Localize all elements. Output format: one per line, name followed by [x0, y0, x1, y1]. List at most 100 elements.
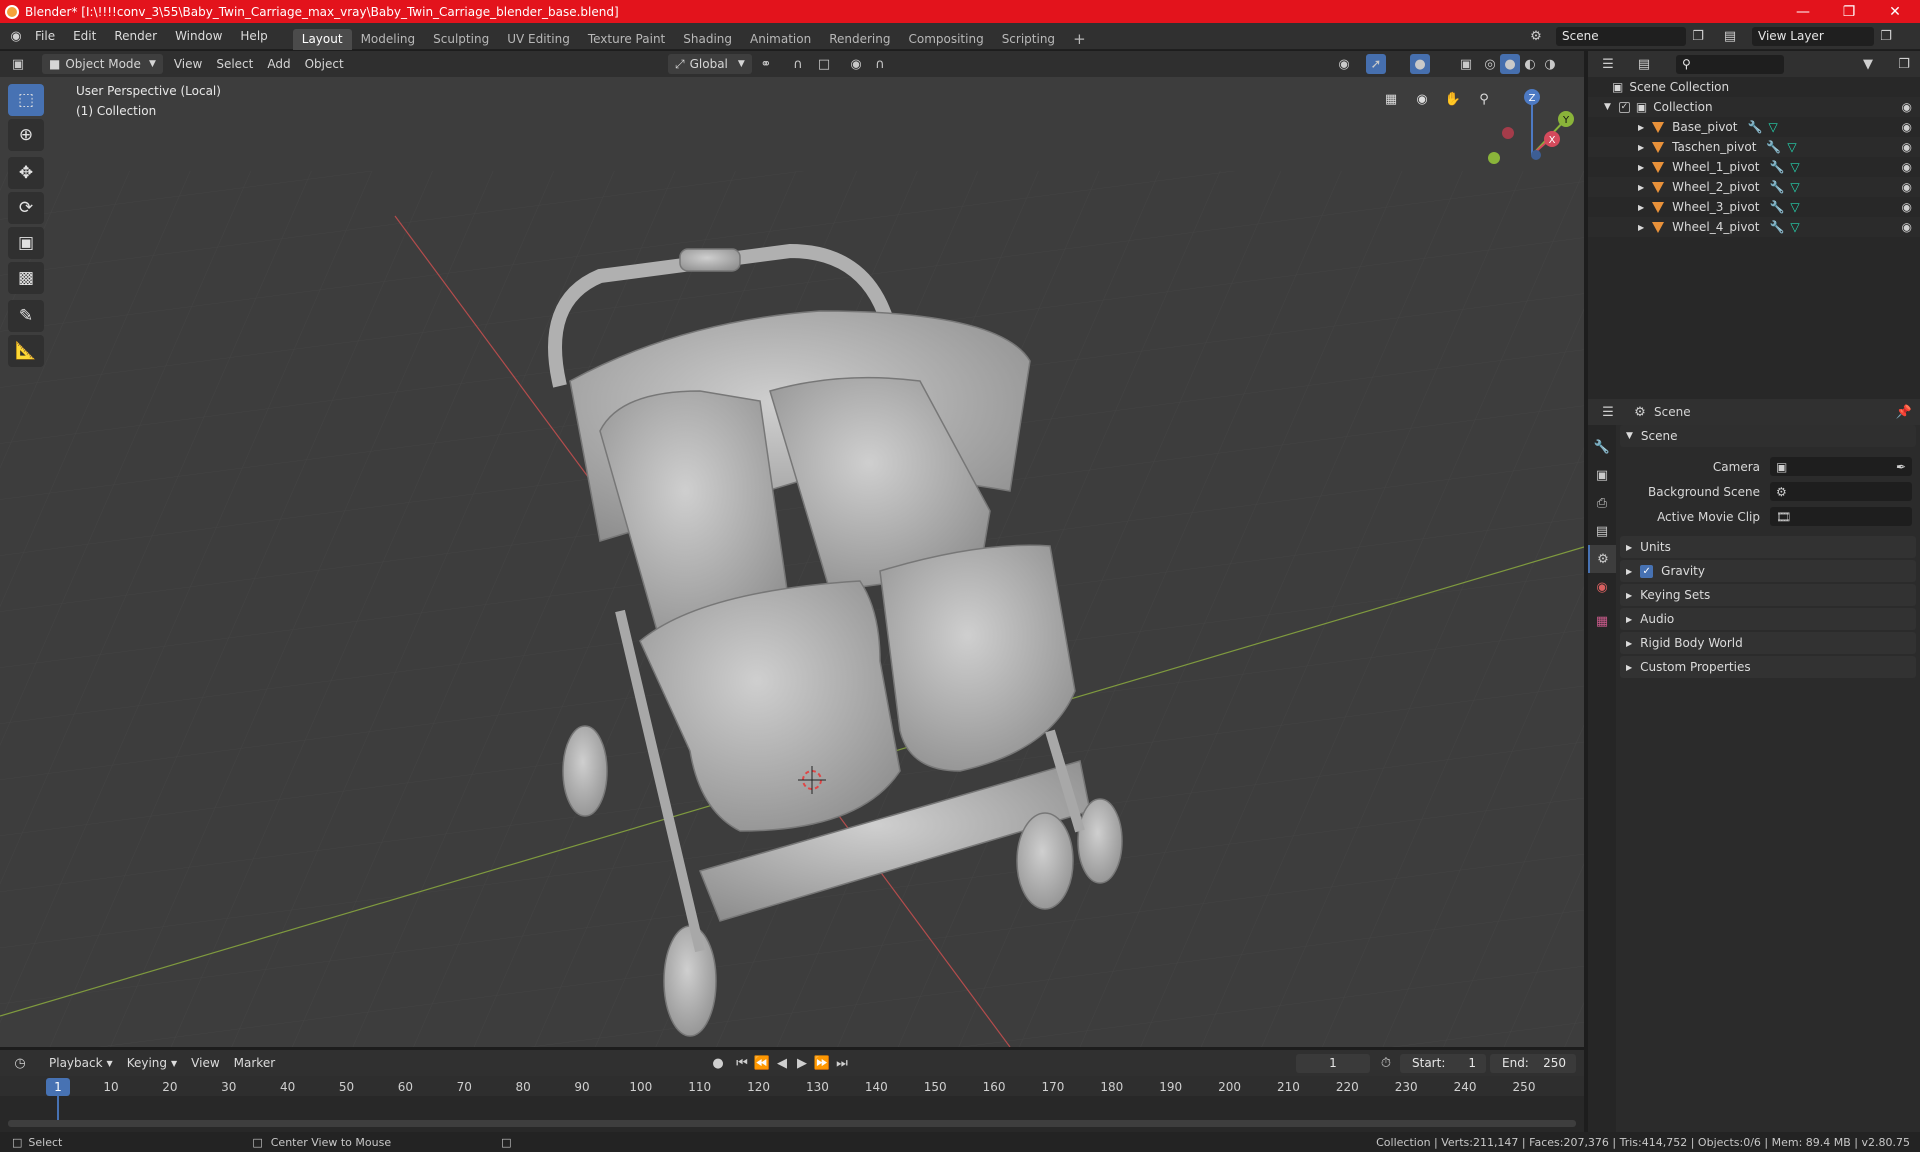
expand-arrow-icon[interactable]: ▶ — [1638, 123, 1644, 132]
outliner-object-row[interactable]: ▶ Base_pivot 🔧 ▽ ◉ — [1588, 117, 1920, 137]
outliner-search-input[interactable]: ⚲ — [1676, 54, 1784, 74]
rotate-tool[interactable]: ⟳ — [8, 192, 44, 224]
minimize-button[interactable]: — — [1780, 0, 1826, 23]
collection-checkbox[interactable]: ✓ — [1618, 101, 1630, 113]
units-panel[interactable]: ▶ Units — [1620, 536, 1916, 558]
display-mode-icon[interactable]: ▤ — [1634, 54, 1654, 74]
active-movie-clip-field[interactable]: 🎞 — [1770, 507, 1912, 526]
transform-tool[interactable]: ▩ — [8, 262, 44, 294]
tab-world[interactable]: ◉ — [1588, 573, 1616, 601]
tab-rendering[interactable]: Rendering — [820, 29, 899, 50]
tab-compositing[interactable]: Compositing — [899, 29, 992, 50]
timeline-menu-view[interactable]: View — [184, 1053, 226, 1073]
tab-scripting[interactable]: Scripting — [993, 29, 1064, 50]
viewport-menu-add[interactable]: Add — [260, 54, 297, 74]
outliner-collection-row[interactable]: ▼ ✓ ▣ Collection ◉ — [1588, 97, 1920, 117]
eye-icon[interactable]: ◉ — [1902, 160, 1912, 174]
pivot-point-icon[interactable]: ⚭ — [756, 54, 776, 74]
wireframe-shading-icon[interactable]: ◎ — [1480, 54, 1500, 74]
new-scene-icon[interactable]: ❐ — [1688, 26, 1708, 46]
outliner-object-row[interactable]: ▶ Wheel_3_pivot 🔧 ▽ ◉ — [1588, 197, 1920, 217]
outliner-scene-collection[interactable]: ▣ Scene Collection — [1588, 77, 1920, 97]
scale-tool[interactable]: ▣ — [8, 227, 44, 259]
gizmo-toggle-icon[interactable]: ➚ — [1366, 54, 1386, 74]
measure-tool[interactable]: 📐 — [8, 335, 44, 367]
camera-field[interactable]: ▣ ✒ — [1770, 457, 1912, 476]
select-box-tool[interactable]: ⬚ — [8, 84, 44, 116]
new-collection-icon[interactable]: ❐ — [1894, 54, 1914, 74]
outliner-object-row[interactable]: ▶ Taschen_pivot 🔧 ▽ ◉ — [1588, 137, 1920, 157]
gravity-checkbox[interactable]: ✓ — [1640, 564, 1654, 578]
menu-file[interactable]: File — [26, 23, 64, 50]
eye-icon[interactable]: ◉ — [1902, 180, 1912, 194]
timeline-scrollbar[interactable] — [8, 1120, 1576, 1127]
filter-icon[interactable]: ▼ — [1858, 54, 1878, 74]
current-frame-field[interactable]: 1 — [1296, 1053, 1370, 1073]
start-frame-field[interactable]: Start: 1 — [1400, 1053, 1486, 1073]
expand-arrow-icon[interactable]: ▶ — [1638, 163, 1644, 172]
eye-icon[interactable]: ◉ — [1902, 140, 1912, 154]
next-keyframe-icon[interactable]: ⏩ — [812, 1053, 832, 1073]
eye-icon[interactable]: ◉ — [1902, 200, 1912, 214]
move-tool[interactable]: ✥ — [8, 157, 44, 189]
rigid-body-world-panel[interactable]: ▶ Rigid Body World — [1620, 632, 1916, 654]
eye-icon[interactable]: ◉ — [1902, 100, 1912, 114]
play-reverse-icon[interactable]: ◀ — [772, 1053, 792, 1073]
tab-layout[interactable]: Layout — [292, 28, 352, 50]
menu-window[interactable]: Window — [166, 23, 231, 50]
camera-view-icon[interactable]: ◉ — [1409, 86, 1435, 112]
pan-hand-icon[interactable]: ✋ — [1440, 86, 1466, 112]
tab-texture-paint[interactable]: Texture Paint — [579, 29, 674, 50]
timeline-menu-playback[interactable]: Playback ▼ — [42, 1053, 120, 1073]
outliner-editor-type-icon[interactable]: ☰ — [1598, 54, 1618, 74]
tab-shading[interactable]: Shading — [674, 29, 741, 50]
scene-field[interactable]: Scene — [1556, 26, 1686, 46]
record-icon[interactable]: ● — [708, 1053, 728, 1073]
eyedropper-icon[interactable]: ✒ — [1896, 460, 1906, 474]
snap-target-icon[interactable]: □ — [814, 54, 834, 74]
viewport-menu-view[interactable]: View — [167, 54, 209, 74]
prev-keyframe-icon[interactable]: ⏪ — [752, 1053, 772, 1073]
tab-sculpting[interactable]: Sculpting — [424, 29, 498, 50]
tab-texture[interactable]: ▦ — [1588, 607, 1616, 635]
eye-icon[interactable]: ◉ — [1902, 220, 1912, 234]
cursor-tool[interactable]: ⊕ — [8, 119, 44, 151]
jump-end-icon[interactable]: ⏭ — [832, 1053, 852, 1073]
menu-help[interactable]: Help — [231, 23, 276, 50]
editor-type-icon[interactable]: ▣ — [8, 54, 28, 74]
timeline-editor-type-icon[interactable]: ◷ — [10, 1053, 30, 1073]
viewport-menu-object[interactable]: Object — [298, 54, 351, 74]
zoom-icon[interactable]: ⚲ — [1471, 86, 1497, 112]
tab-uv-editing[interactable]: UV Editing — [498, 29, 579, 50]
outliner-object-row[interactable]: ▶ Wheel_1_pivot 🔧 ▽ ◉ — [1588, 157, 1920, 177]
collapse-arrow-icon[interactable]: ▼ — [1604, 102, 1611, 112]
proportional-edit-icon[interactable]: ◉ — [846, 54, 866, 74]
material-shading-icon[interactable]: ◐ — [1520, 54, 1540, 74]
tab-output[interactable]: ⎙ — [1588, 489, 1616, 517]
new-view-layer-icon[interactable]: ❐ — [1876, 26, 1896, 46]
gravity-panel[interactable]: ▶ ✓ Gravity — [1620, 560, 1916, 582]
background-scene-field[interactable]: ⚙ — [1770, 482, 1912, 501]
menu-edit[interactable]: Edit — [64, 23, 105, 50]
stopwatch-icon[interactable]: ⏱ — [1376, 1053, 1396, 1073]
blender-menu-icon[interactable]: ◉ — [6, 26, 26, 46]
falloff-icon[interactable]: ∩ — [870, 54, 890, 74]
end-frame-field[interactable]: End: 250 — [1490, 1053, 1576, 1073]
scene-selector-icon[interactable]: ⚙ — [1526, 26, 1546, 46]
timeline-menu-keying[interactable]: Keying ▼ — [120, 1053, 184, 1073]
play-icon[interactable]: ▶ — [792, 1053, 812, 1073]
mode-dropdown[interactable]: ■ Object Mode ▼ — [42, 54, 163, 74]
snap-icon[interactable]: ∩ — [788, 54, 808, 74]
outliner-object-row[interactable]: ▶ Wheel_4_pivot 🔧 ▽ ◉ — [1588, 217, 1920, 237]
custom-properties-panel[interactable]: ▶ Custom Properties — [1620, 656, 1916, 678]
expand-arrow-icon[interactable]: ▶ — [1638, 143, 1644, 152]
expand-arrow-icon[interactable]: ▶ — [1638, 223, 1644, 232]
tab-modeling[interactable]: Modeling — [352, 29, 425, 50]
menu-render[interactable]: Render — [105, 23, 166, 50]
xray-icon[interactable]: ▣ — [1456, 54, 1476, 74]
transform-orientation-dropdown[interactable]: ⤢ Global ▼ — [668, 54, 752, 74]
overlays-icon[interactable]: ● — [1410, 54, 1430, 74]
tab-animation[interactable]: Animation — [741, 29, 820, 50]
timeline-menu-marker[interactable]: Marker — [227, 1053, 282, 1073]
solid-shading-icon[interactable]: ● — [1500, 54, 1520, 74]
